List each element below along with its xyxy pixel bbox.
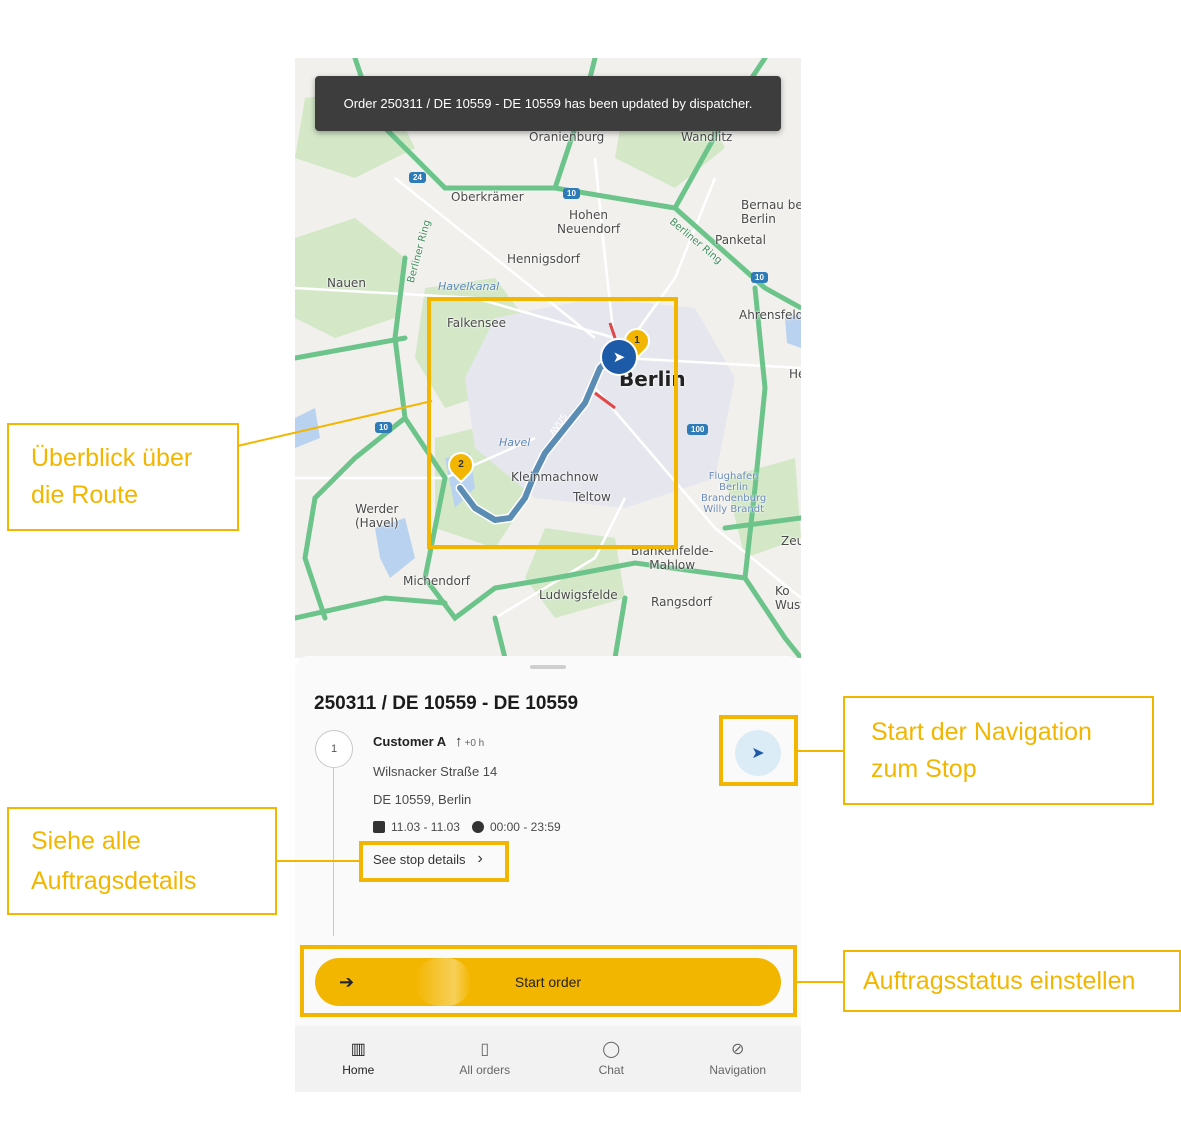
callout-order-details: Siehe alle Auftragsdetails <box>7 807 277 915</box>
stop-timeline-line <box>333 768 334 936</box>
sheet-drag-handle[interactable] <box>530 665 566 669</box>
stop-details-highlight-box <box>359 841 509 882</box>
map-label-ahrensfelde: Ahrensfeld <box>739 308 801 322</box>
nav-chat-label: Chat <box>598 1063 624 1077</box>
map-label-ludwigsfelde: Ludwigsfelde <box>539 588 618 602</box>
time-range: 00:00 - 23:59 <box>489 820 561 834</box>
arrow-up-icon: ↑ <box>455 733 463 750</box>
toast-message: Order 250311 / DE 10559 - DE 10559 has b… <box>343 96 753 111</box>
stop-street: Wilsnacker Straße 14 <box>373 764 498 779</box>
leader-line-navigation <box>798 750 844 752</box>
map-label-bernau: Bernau be Berlin <box>741 198 801 226</box>
eta-indicator: ↑ +0 h <box>455 733 484 750</box>
nav-navigation-label: Navigation <box>709 1063 767 1077</box>
callout-navigation-start: Start der Navigation zum Stop <box>843 696 1154 805</box>
map-label-panketal: Panketal <box>715 233 766 247</box>
callout-text: Start der Navigation <box>871 717 1092 746</box>
stop-time-window: 11.03 - 11.03 00:00 - 23:59 <box>373 820 561 834</box>
callout-order-status: Auftragsstatus einstellen <box>843 950 1181 1012</box>
map-label-hennigsdorf: Hennigsdorf <box>507 252 580 266</box>
map-label-werder: Werder (Havel) <box>355 502 399 530</box>
customer-name: Customer A <box>373 734 447 749</box>
map-label-oranienburg: Oranienburg <box>529 130 605 144</box>
map-label-airport: Flughafen Berlin Brandenburg Willy Brand… <box>701 471 767 515</box>
stop-number-badge: 1 <box>315 730 353 768</box>
eta-value: +0 h <box>464 738 485 749</box>
nav-home[interactable]: ▥ Home <box>295 1026 422 1092</box>
compass-icon: ⊘ <box>731 1041 745 1058</box>
map-label-nauen: Nauen <box>327 276 366 290</box>
road-shield: 10 <box>375 422 392 433</box>
nav-chat[interactable]: ◯ Chat <box>548 1026 675 1092</box>
map-label-wuster: Ko Wuste <box>775 584 801 612</box>
map-icon: ▥ <box>350 1041 366 1058</box>
nav-navigation[interactable]: ⊘ Navigation <box>675 1026 802 1092</box>
clipboard-icon: ▯ <box>480 1041 490 1058</box>
clock-icon <box>471 821 484 833</box>
nav-home-label: Home <box>342 1063 375 1077</box>
leader-line-details <box>276 860 360 862</box>
map-label-hohen-neuendorf: Hohen Neuendorf <box>557 208 621 236</box>
callout-route-overview: Überblick über die Route <box>7 423 239 531</box>
callout-text: die Route <box>31 481 139 509</box>
map-label-havelkanal: Havelkanal <box>438 280 500 293</box>
map-label-rangsdorf: Rangsdorf <box>651 595 713 609</box>
route-highlight-box <box>427 297 678 549</box>
start-order-highlight-box <box>300 945 797 1017</box>
callout-text: zum Stop <box>871 754 977 783</box>
chat-bubble-icon: ◯ <box>602 1041 621 1058</box>
date-range: 11.03 - 11.03 <box>391 820 460 834</box>
callout-text: Auftragsstatus einstellen <box>863 966 1136 995</box>
calendar-icon <box>373 821 385 833</box>
order-title: 250311 / DE 10559 - DE 10559 <box>314 693 579 714</box>
callout-text: Siehe alle <box>31 827 141 855</box>
road-shield: 100 <box>687 424 709 435</box>
map-label-he: He <box>789 367 801 381</box>
nav-all-orders[interactable]: ▯ All orders <box>422 1026 549 1092</box>
stop-city: DE 10559, Berlin <box>373 792 472 807</box>
nav-all-orders-label: All orders <box>459 1063 511 1077</box>
map-label-zeu: Zeu <box>781 534 801 548</box>
navigation-highlight-box <box>719 715 798 786</box>
road-shield: 10 <box>751 272 768 283</box>
callout-text: Auftragsdetails <box>31 867 197 895</box>
leader-line-status <box>797 981 844 983</box>
road-shield: 10 <box>563 188 580 199</box>
phone-screen: Oranienburg Wandlitz Oberkrämer Hohen Ne… <box>295 58 801 1092</box>
map-label-wandlitz: Wandlitz <box>681 130 733 144</box>
bottom-navigation: ▥ Home ▯ All orders ◯ Chat ⊘ Navigation <box>295 1026 801 1092</box>
map-label-michendorf: Michendorf <box>403 574 470 588</box>
map-label-oberkraemer: Oberkrämer <box>451 190 524 204</box>
callout-text: Überblick über <box>31 444 193 472</box>
dispatcher-update-toast: Order 250311 / DE 10559 - DE 10559 has b… <box>315 76 781 131</box>
road-shield: 24 <box>409 172 426 183</box>
